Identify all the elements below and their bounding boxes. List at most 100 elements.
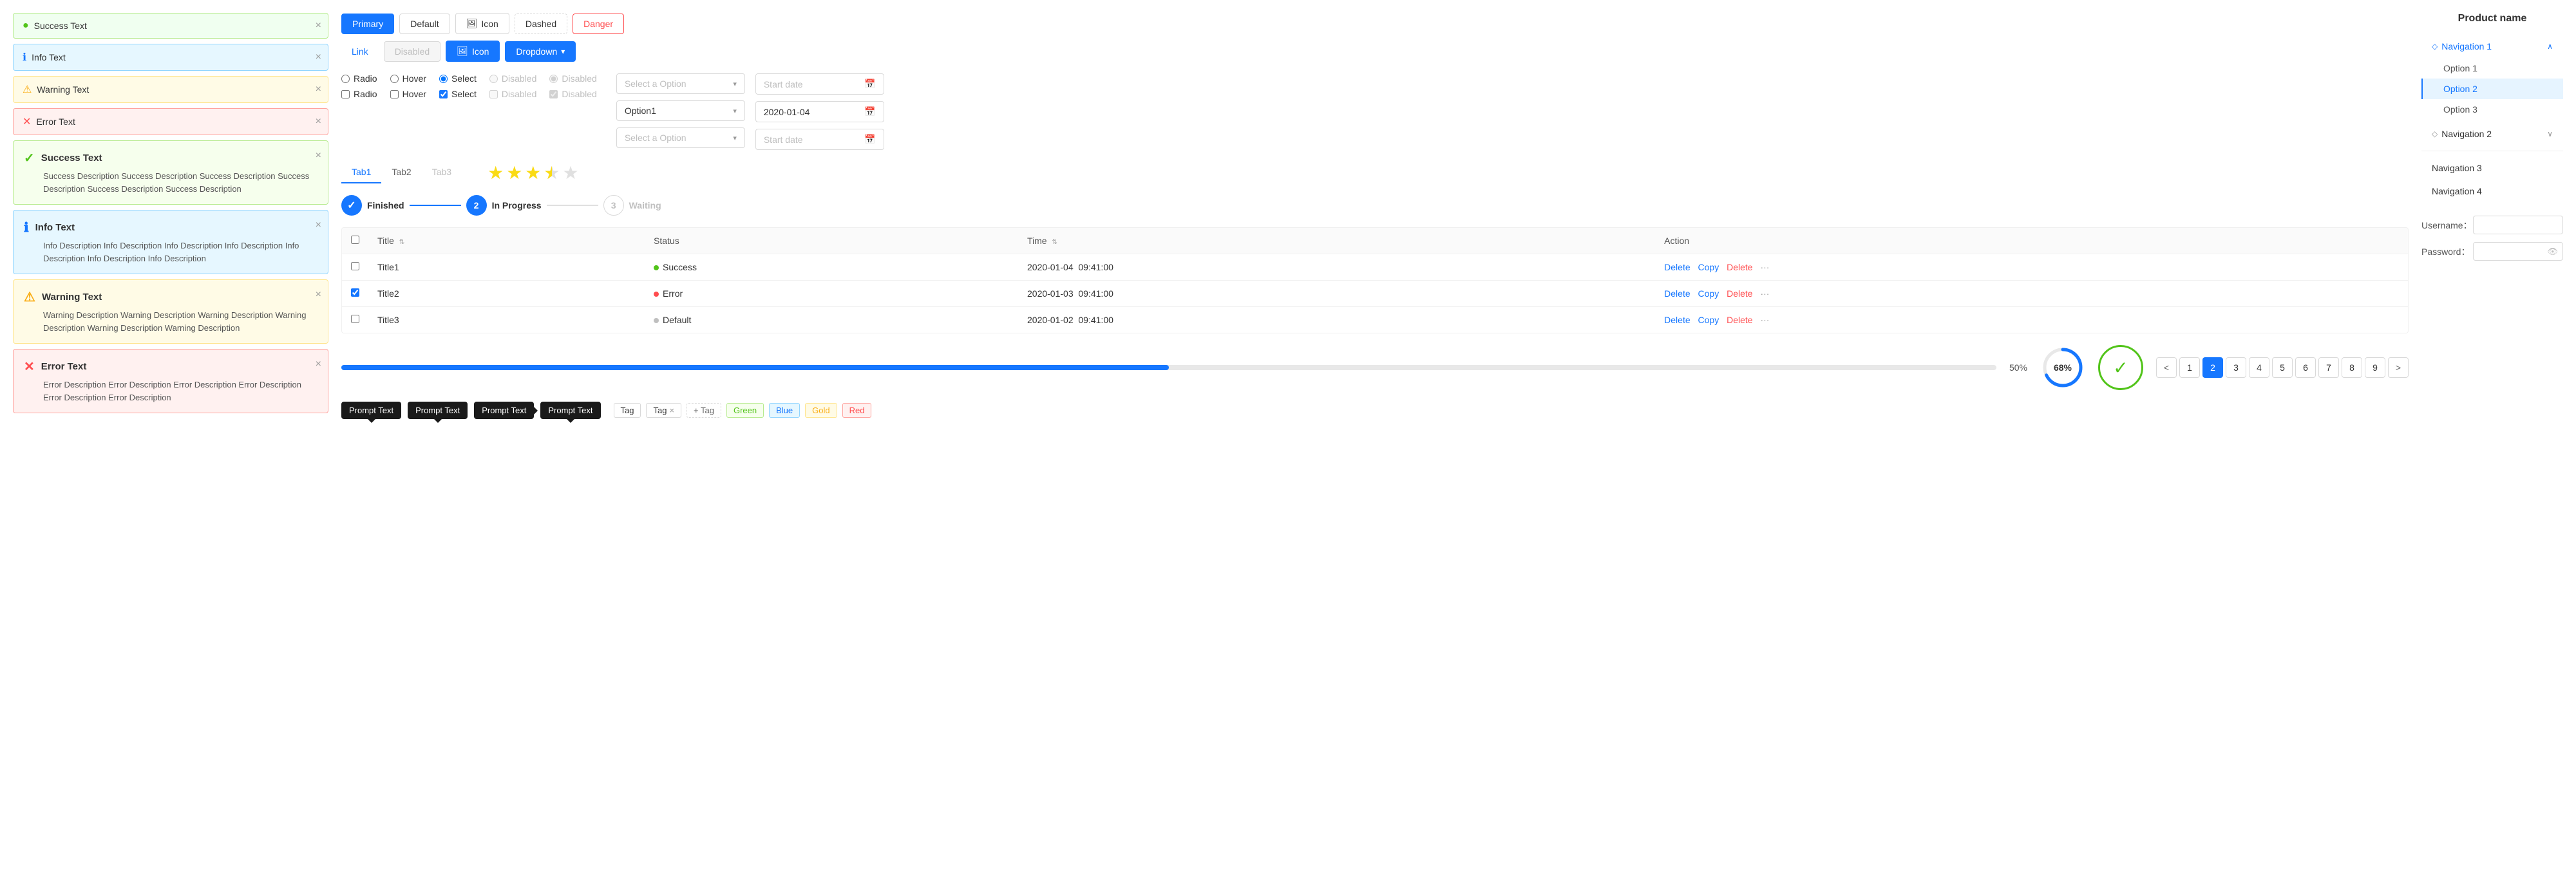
row-checkbox-2[interactable] [351, 288, 359, 297]
tag-blue[interactable]: Blue [769, 403, 800, 418]
page-4[interactable]: 4 [2249, 357, 2269, 378]
tag-2[interactable]: Tag × [646, 403, 681, 418]
step-label-finished: Finished [367, 200, 404, 210]
tooltip-box-1[interactable]: Prompt Text [341, 402, 401, 419]
more-button-3[interactable]: ··· [1760, 315, 1769, 325]
primary-button[interactable]: Primary [341, 14, 394, 34]
page-1[interactable]: 1 [2179, 357, 2200, 378]
nav-sub-option-3[interactable]: Option 3 [2421, 99, 2563, 120]
page-next[interactable]: > [2388, 357, 2409, 378]
nav-sub-option-1[interactable]: Option 1 [2421, 58, 2563, 79]
date-box-2[interactable]: 2020-01-04 📅 [755, 101, 884, 122]
tag-green-label: Green [734, 406, 757, 415]
nav-item-4[interactable]: Navigation 4 [2421, 180, 2563, 203]
tooltip-3[interactable]: Prompt Text [474, 402, 534, 419]
radio-hover[interactable] [390, 75, 399, 83]
default-button[interactable]: Default [399, 14, 450, 34]
tag-green[interactable]: Green [726, 403, 764, 418]
page-9[interactable]: 9 [2365, 357, 2385, 378]
date-box-1[interactable]: Start date 📅 [755, 73, 884, 95]
close-icon[interactable]: × [316, 20, 321, 32]
nav-item-1[interactable]: ◇ Navigation 1 ∧ [2421, 35, 2563, 58]
row-checkbox-3[interactable] [351, 315, 359, 323]
steps: ✓ Finished 2 In Progress 3 Waiting [341, 195, 2409, 216]
close-icon[interactable]: × [316, 289, 321, 301]
checkbox-unchecked[interactable] [341, 90, 350, 98]
more-button-1[interactable]: ··· [1760, 262, 1769, 272]
icon-button[interactable]: 🖼 Icon [455, 13, 509, 34]
star-4-half[interactable]: ★ ★ [544, 162, 560, 183]
tag-close-icon[interactable]: × [669, 406, 674, 415]
select-box-1[interactable]: Select a Option ▾ [616, 73, 745, 94]
nav-item-2[interactable]: ◇ Navigation 2 ∨ [2421, 122, 2563, 145]
page-prev[interactable]: < [2156, 357, 2177, 378]
tooltip-2[interactable]: Prompt Text [408, 402, 468, 419]
eye-icon[interactable]: 👁 [2547, 247, 2558, 257]
star-rating[interactable]: ★ ★ ★ ★ ★ ★ [488, 162, 579, 183]
product-name: Product name [2421, 13, 2563, 24]
tooltip-box-2[interactable]: Prompt Text [408, 402, 468, 419]
more-button-2[interactable]: ··· [1760, 288, 1769, 299]
diamond-icon-2: ◇ [2432, 129, 2438, 138]
tooltip-box-4[interactable]: Prompt Text [540, 402, 600, 419]
tag-red[interactable]: Red [842, 403, 872, 418]
nav-item-3[interactable]: Navigation 3 [2421, 156, 2563, 180]
tab-1[interactable]: Tab1 [341, 162, 381, 183]
password-field-wrapper: 👁 [2473, 242, 2563, 261]
tooltip-4[interactable]: Prompt Text [540, 402, 600, 419]
row-checkbox-1[interactable] [351, 262, 359, 270]
select-box-3[interactable]: Select a Option ▾ [616, 127, 745, 148]
star-2[interactable]: ★ [506, 162, 522, 183]
tag-add[interactable]: + Tag [687, 403, 721, 418]
close-icon[interactable]: × [316, 359, 321, 370]
alert-error-simple: ✕ Error Text × [13, 108, 328, 135]
tab-2[interactable]: Tab2 [381, 162, 421, 183]
delete-red-link-2[interactable]: Delete [1727, 288, 1752, 299]
delete-link-1[interactable]: Delete [1664, 262, 1690, 272]
delete-red-link-3[interactable]: Delete [1727, 315, 1752, 325]
icon-blue-button[interactable]: 🖼 Icon [446, 41, 500, 62]
star-1[interactable]: ★ [488, 162, 504, 183]
star-3[interactable]: ★ [525, 162, 541, 183]
close-icon[interactable]: × [316, 219, 321, 231]
page-8[interactable]: 8 [2342, 357, 2362, 378]
nav-sub-option-2[interactable]: Option 2 [2421, 79, 2563, 99]
copy-link-3[interactable]: Copy [1698, 315, 1719, 325]
tag-gold[interactable]: Gold [805, 403, 837, 418]
step-label-waiting: Waiting [629, 200, 661, 210]
tags-section: Tag Tag × + Tag Green Blue Gold [614, 403, 872, 418]
dropdown-button[interactable]: Dropdown ▾ [505, 41, 576, 62]
date-box-3[interactable]: Start date 📅 [755, 129, 884, 150]
page-3[interactable]: 3 [2226, 357, 2246, 378]
delete-link-2[interactable]: Delete [1664, 288, 1690, 299]
copy-link-1[interactable]: Copy [1698, 262, 1719, 272]
tooltip-box-3[interactable]: Prompt Text [474, 402, 534, 419]
close-icon[interactable]: × [316, 84, 321, 95]
page-7[interactable]: 7 [2318, 357, 2339, 378]
middle-panel: Primary Default 🖼 Icon Dashed Danger Lin… [341, 13, 2409, 874]
tag-1[interactable]: Tag [614, 403, 641, 418]
star-5[interactable]: ★ [563, 162, 579, 183]
close-icon[interactable]: × [316, 150, 321, 162]
danger-button[interactable]: Danger [573, 14, 624, 34]
checkbox-select[interactable] [439, 90, 448, 98]
link-button[interactable]: Link [341, 42, 379, 61]
delete-red-link-1[interactable]: Delete [1727, 262, 1752, 272]
select-box-2[interactable]: Option1 ▾ [616, 100, 745, 121]
alert-error-complex: × ✕ Error Text Error Description Error D… [13, 349, 328, 413]
radio-unchecked[interactable] [341, 75, 350, 83]
table-select-all[interactable] [351, 236, 359, 244]
tooltip-1[interactable]: Prompt Text [341, 402, 401, 419]
page-6[interactable]: 6 [2295, 357, 2316, 378]
username-input[interactable] [2473, 216, 2563, 234]
delete-link-3[interactable]: Delete [1664, 315, 1690, 325]
dashed-button[interactable]: Dashed [515, 14, 567, 34]
checkbox-hover[interactable] [390, 90, 399, 98]
radio-select[interactable] [439, 75, 448, 83]
page-2[interactable]: 2 [2202, 357, 2223, 378]
tooltip-text-2: Prompt Text [415, 406, 460, 415]
page-5[interactable]: 5 [2272, 357, 2293, 378]
close-icon[interactable]: × [316, 116, 321, 127]
close-icon[interactable]: × [316, 51, 321, 63]
copy-link-2[interactable]: Copy [1698, 288, 1719, 299]
